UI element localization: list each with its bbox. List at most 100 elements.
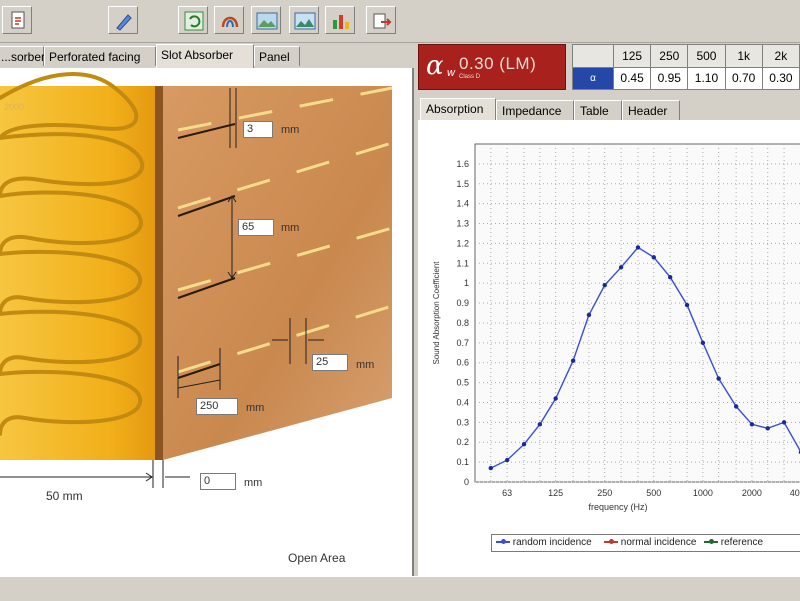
slot-spacing-unit: mm bbox=[281, 222, 300, 234]
octave-header-cell: 500 bbox=[687, 44, 726, 68]
pdf-export-button[interactable] bbox=[2, 6, 32, 34]
octave-header-cell: 125 bbox=[612, 44, 652, 68]
tab-perforated-facing[interactable]: Perforated facing bbox=[44, 46, 156, 66]
x-tick-label: 1000 bbox=[693, 488, 713, 498]
y-tick-label: 0.4 bbox=[456, 397, 469, 407]
alpha-symbol: α bbox=[426, 51, 444, 81]
data-point bbox=[733, 404, 739, 409]
y-axis-label: Sound Absorption Coefficient bbox=[432, 261, 441, 365]
view-alt-button[interactable] bbox=[289, 6, 319, 34]
data-point bbox=[504, 457, 510, 463]
data-point bbox=[602, 282, 607, 288]
weighted-absorption-box: α w 0.30 (LM) Class D bbox=[418, 44, 566, 90]
absorption-chart-panel: 0 0.1 0.2 0.3 0.4 0.5 0.6 0.7 0.8 0.9 1 1.1 1.2 1.3 1.… bbox=[418, 120, 800, 576]
data-point bbox=[586, 312, 592, 318]
slot-width-input[interactable]: 3 bbox=[243, 121, 273, 138]
octave-value-cell: 1.10 bbox=[687, 66, 726, 90]
legend-label: random incidence bbox=[512, 537, 592, 548]
octave-header-cell: 1k bbox=[724, 44, 763, 68]
chart-legend: random incidence normal incidence refere… bbox=[491, 534, 800, 552]
y-tick-label: 0.7 bbox=[456, 338, 469, 348]
alpha-w-value: 0.30 (LM) bbox=[459, 54, 537, 73]
y-tick-label: 0.5 bbox=[456, 378, 469, 388]
tab-table[interactable]: Table bbox=[574, 100, 622, 120]
legend-label: normal incidence bbox=[620, 537, 697, 548]
legend-item-normal: normal incidence bbox=[604, 537, 696, 548]
y-tick-label: 0.6 bbox=[456, 358, 469, 368]
tab-header[interactable]: Header bbox=[622, 100, 680, 120]
slot-width-unit: mm bbox=[281, 124, 300, 136]
bar-chart-icon bbox=[333, 15, 349, 29]
data-point bbox=[749, 422, 755, 427]
landscape-view-icon bbox=[256, 12, 278, 30]
material-icon bbox=[221, 16, 239, 28]
tab-absorption[interactable]: Absorption bbox=[420, 98, 496, 120]
legend-item-reference: reference bbox=[704, 537, 763, 548]
data-point bbox=[521, 442, 527, 447]
octave-value-cell: 0.95 bbox=[650, 66, 689, 90]
y-tick-label: 0.2 bbox=[456, 437, 469, 447]
y-tick-label: 1.6 bbox=[456, 159, 469, 169]
chart-button[interactable] bbox=[325, 6, 355, 34]
panel-thickness-unit: mm bbox=[356, 359, 375, 371]
data-point bbox=[651, 255, 656, 260]
air-gap-unit: mm bbox=[244, 477, 263, 489]
legend-marker bbox=[604, 537, 618, 547]
view-button[interactable] bbox=[251, 6, 281, 34]
strip-width-unit: mm bbox=[246, 402, 265, 414]
legend-marker bbox=[704, 537, 718, 547]
x-tick-label: 2000 bbox=[742, 488, 762, 498]
material-button[interactable] bbox=[214, 6, 244, 34]
data-point bbox=[488, 465, 493, 471]
y-tick-label: 1.5 bbox=[456, 179, 469, 189]
panel-thickness-input[interactable]: 25 bbox=[312, 354, 348, 371]
slot-spacing-input[interactable]: 65 bbox=[238, 219, 274, 236]
y-tick-label: 1.1 bbox=[456, 258, 469, 268]
alpha-subscript: w bbox=[447, 67, 455, 79]
left-tab-strip: ...sorber Perforated facing Slot Absorbe… bbox=[0, 44, 415, 68]
x-tick-label: 400... bbox=[790, 488, 800, 498]
x-tick-label: 125 bbox=[548, 488, 563, 498]
absorption-class-label: Class D bbox=[459, 74, 481, 80]
y-tick-label: 0.9 bbox=[456, 298, 469, 308]
data-point bbox=[618, 265, 624, 270]
tab-impedance[interactable]: Impedance bbox=[496, 100, 574, 120]
export-button[interactable] bbox=[366, 6, 396, 34]
octave-header-row: 125 250 500 1k 2k bbox=[572, 44, 800, 68]
slot-absorber-diagram-panel: 2000 3 mm 65 mm 25 mm 250 mm 0 mm 50 mm … bbox=[0, 68, 414, 576]
y-tick-label: 0.8 bbox=[456, 318, 469, 328]
y-tick-label: 1.2 bbox=[456, 238, 469, 248]
data-point bbox=[684, 302, 690, 308]
data-point bbox=[553, 396, 558, 401]
octave-value-cell: 0.70 bbox=[724, 66, 763, 90]
edit-button[interactable] bbox=[108, 6, 138, 34]
pen-edit-icon bbox=[116, 14, 132, 31]
strip-width-input[interactable]: 250 bbox=[196, 398, 238, 415]
pdf-document-icon bbox=[11, 11, 25, 29]
toolbar bbox=[0, 0, 800, 43]
tab-panel[interactable]: Panel bbox=[254, 46, 300, 66]
octave-value-cell: 0.45 bbox=[612, 66, 652, 90]
x-tick-label: 63 bbox=[502, 488, 512, 498]
panel-edge bbox=[155, 86, 163, 460]
absorber-thickness-label: 50 mm bbox=[46, 489, 83, 503]
data-point bbox=[570, 358, 576, 363]
y-tick-label: 1.4 bbox=[456, 199, 469, 209]
air-gap-input[interactable]: 0 bbox=[200, 473, 236, 490]
recalculate-button[interactable] bbox=[178, 6, 208, 34]
absorber-layer bbox=[0, 86, 155, 460]
legend-item-random: random incidence bbox=[496, 537, 592, 548]
landscape-view-alt-icon bbox=[294, 12, 316, 30]
data-point bbox=[765, 426, 770, 431]
data-point bbox=[716, 376, 721, 381]
y-tick-label: 0.1 bbox=[456, 457, 469, 467]
tab-slot-absorber[interactable]: Slot Absorber bbox=[156, 44, 254, 68]
data-point bbox=[781, 420, 787, 425]
table-corner bbox=[572, 44, 614, 68]
data-point bbox=[700, 340, 706, 346]
data-point bbox=[537, 422, 543, 427]
octave-band-table: 125 250 500 1k 2k α 0.45 0.95 1.10 0.70 … bbox=[572, 44, 800, 90]
y-tick-label: 0.3 bbox=[456, 417, 469, 427]
tab-absorber[interactable]: ...sorber bbox=[0, 46, 45, 66]
data-point bbox=[667, 275, 673, 280]
